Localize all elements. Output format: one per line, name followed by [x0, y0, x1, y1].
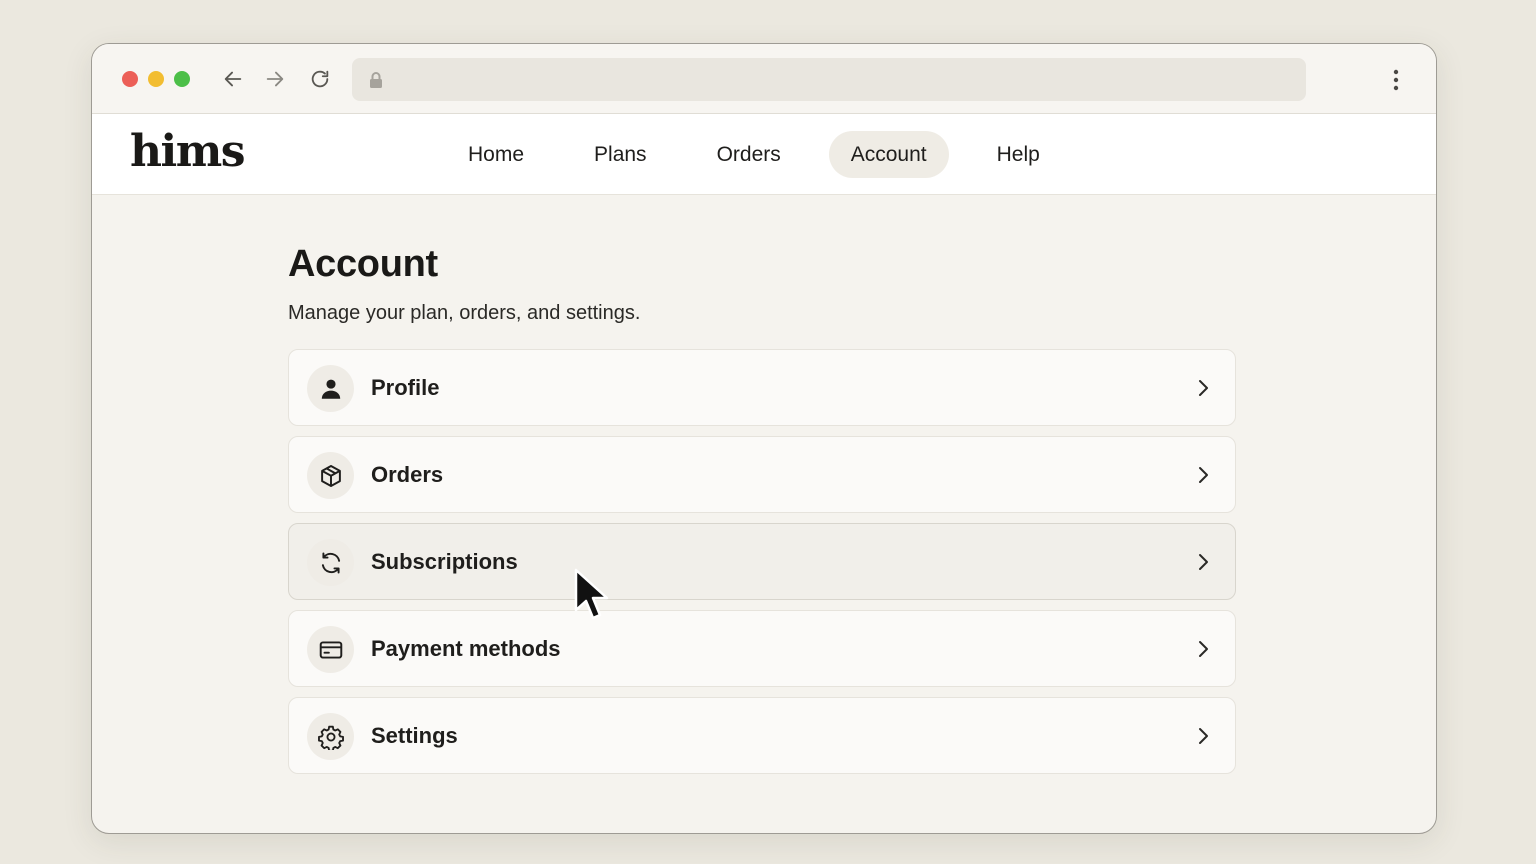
list-item-settings[interactable]: Settings — [288, 697, 1236, 774]
list-item-profile[interactable]: Profile — [288, 349, 1236, 426]
address-bar[interactable] — [352, 58, 1306, 101]
refresh-icon — [307, 539, 354, 586]
chevron-right-icon — [1199, 467, 1208, 483]
minimize-window-button[interactable] — [148, 71, 164, 87]
person-icon — [307, 365, 354, 412]
browser-window: hims Home Plans Orders Account Help Acco… — [91, 43, 1437, 834]
reload-icon[interactable] — [307, 66, 333, 92]
maximize-window-button[interactable] — [174, 71, 190, 87]
list-item-label: Settings — [371, 722, 458, 748]
nav-account[interactable]: Account — [828, 131, 949, 178]
forward-arrow-icon[interactable] — [262, 66, 288, 92]
chevron-right-icon — [1199, 380, 1208, 396]
chevron-right-icon — [1199, 728, 1208, 744]
list-item-label: Profile — [371, 374, 440, 400]
list-item-orders[interactable]: Orders — [288, 436, 1236, 513]
page-subtitle: Manage your plan, orders, and settings. — [288, 302, 641, 324]
account-menu-list: Profile Orders Subscriptions Payment met… — [288, 349, 1236, 774]
more-vertical-icon[interactable] — [1386, 66, 1406, 94]
mouse-cursor-icon — [574, 568, 609, 620]
list-item-label: Subscriptions — [371, 548, 518, 574]
chevron-right-icon — [1199, 554, 1208, 570]
account-content: Account Manage your plan, orders, and se… — [288, 195, 1236, 784]
nav-orders[interactable]: Orders — [695, 131, 803, 178]
nav-plans[interactable]: Plans — [572, 131, 669, 178]
hims-logo[interactable]: hims — [130, 126, 246, 177]
list-item-label: Orders — [371, 461, 444, 487]
back-arrow-icon[interactable] — [220, 66, 246, 92]
page-title: Account — [288, 243, 438, 285]
chevron-right-icon — [1199, 641, 1208, 657]
close-window-button[interactable] — [122, 71, 138, 87]
nav-help[interactable]: Help — [975, 131, 1062, 178]
site-header: hims Home Plans Orders Account Help — [92, 114, 1436, 195]
lock-icon — [370, 72, 382, 88]
main-nav: Home Plans Orders Account Help — [446, 131, 1088, 178]
list-item-label: Payment methods — [371, 635, 561, 661]
list-item-subscriptions[interactable]: Subscriptions — [288, 523, 1236, 600]
credit-card-icon — [307, 626, 354, 673]
box-icon — [307, 452, 354, 499]
gear-icon — [307, 713, 354, 760]
browser-toolbar — [92, 44, 1436, 114]
nav-home[interactable]: Home — [446, 131, 546, 178]
list-item-payment-methods[interactable]: Payment methods — [288, 610, 1236, 687]
